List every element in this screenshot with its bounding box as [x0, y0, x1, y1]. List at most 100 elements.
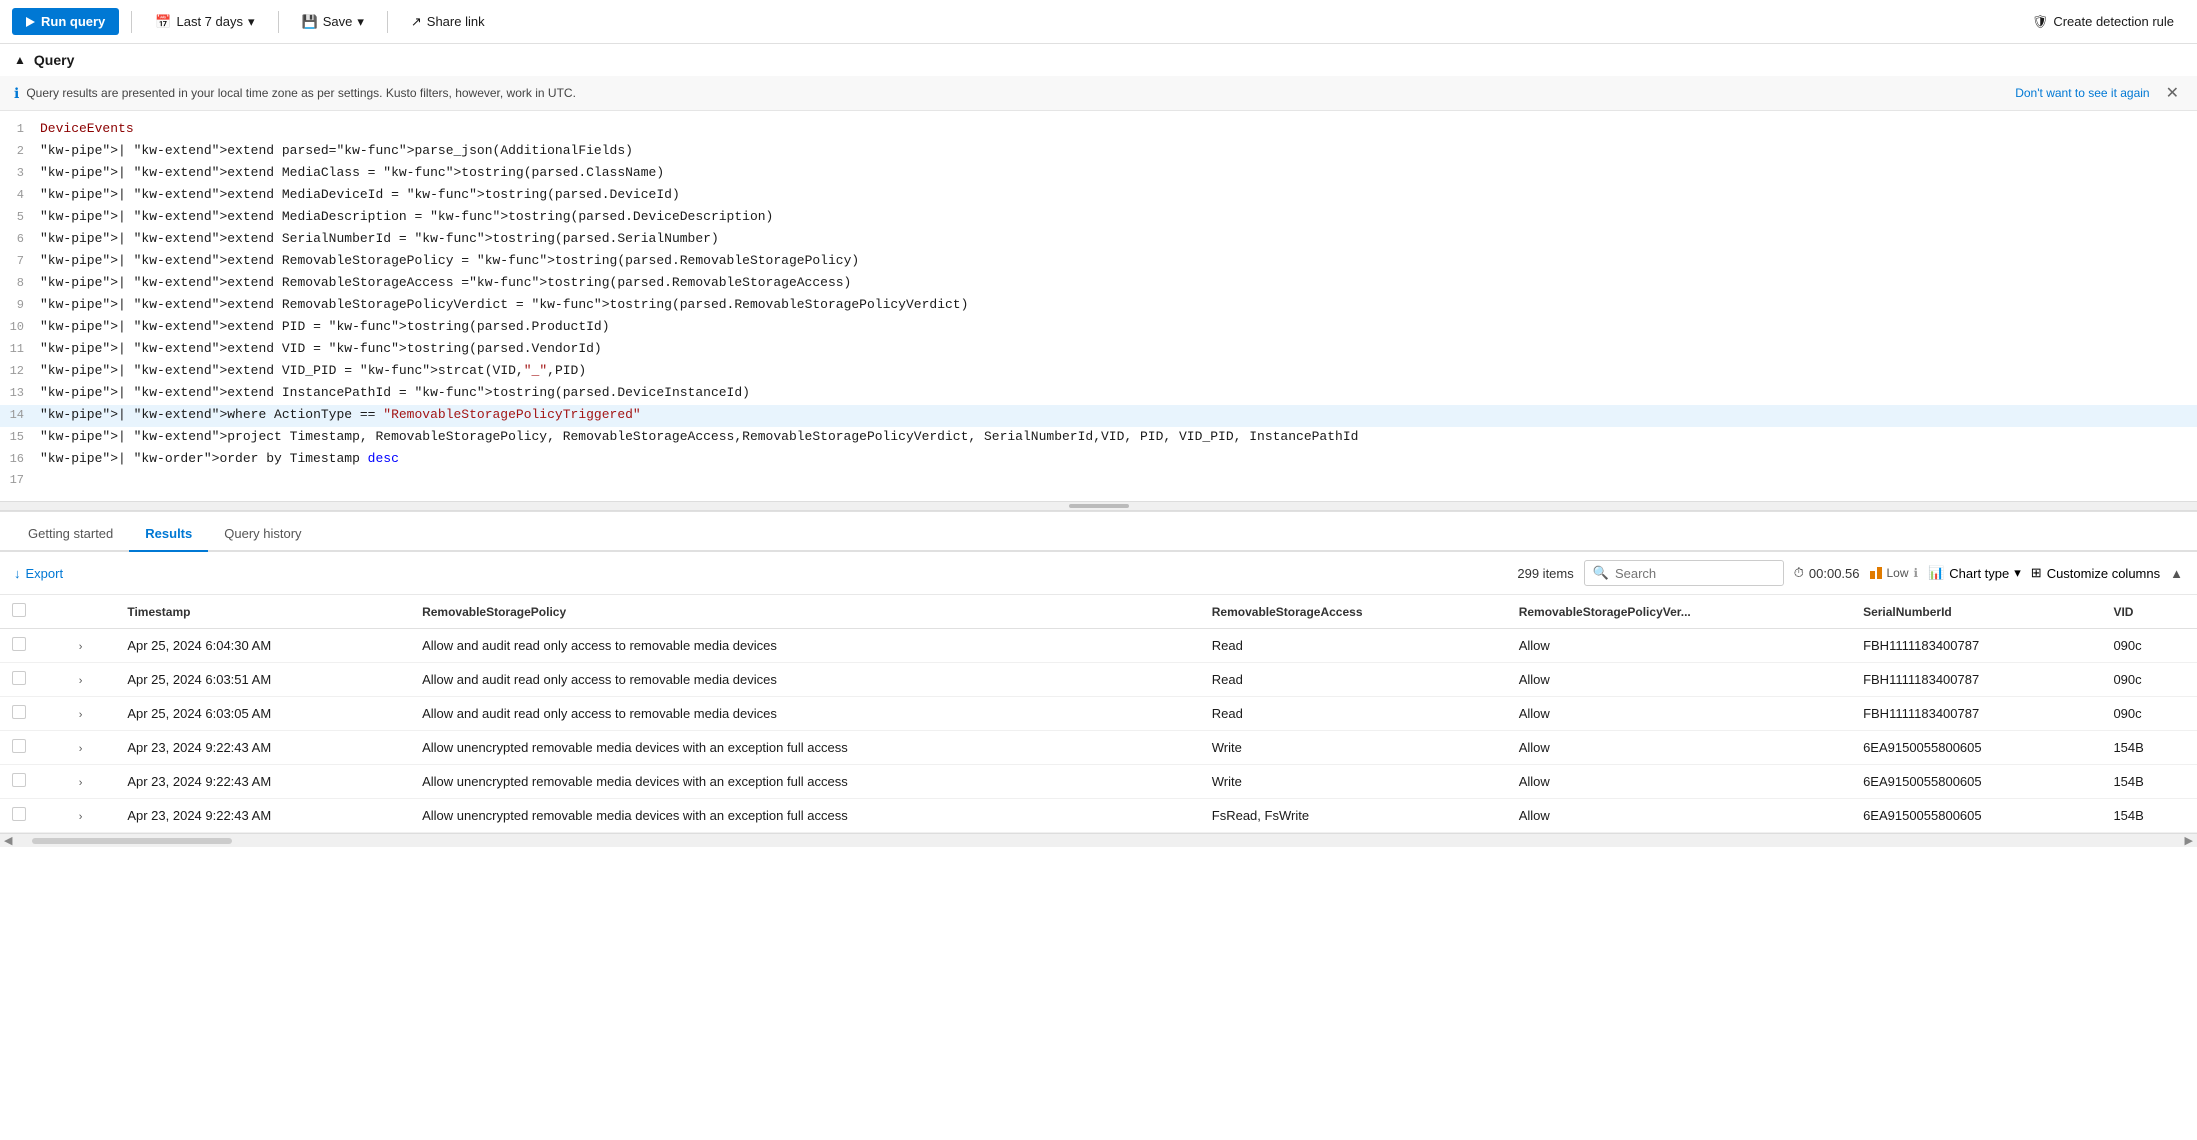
line-content: "kw-pipe">| "kw-extend">extend Removable…: [40, 295, 2197, 315]
table-cell-2-1[interactable]: ›: [67, 697, 116, 731]
close-banner-button[interactable]: ✕: [2162, 83, 2183, 103]
table-cell-3-7: 154B: [2101, 731, 2197, 765]
horizontal-scrollbar[interactable]: ◀ ▶: [0, 833, 2197, 847]
select-all-checkbox[interactable]: [12, 603, 26, 617]
code-line-8: 8"kw-pipe">| "kw-extend">extend Removabl…: [0, 273, 2197, 295]
line-number: 11: [0, 340, 40, 359]
create-detection-button[interactable]: 🛡 Create detection rule: [2021, 9, 2185, 35]
row-checkbox[interactable]: [12, 739, 26, 753]
row-checkbox[interactable]: [12, 705, 26, 719]
column-header-7[interactable]: VID: [2101, 595, 2197, 629]
column-header-2[interactable]: Timestamp: [115, 595, 410, 629]
code-editor[interactable]: 1DeviceEvents2"kw-pipe">| "kw-extend">ex…: [0, 111, 2197, 501]
line-content: "kw-pipe">| "kw-extend">extend MediaClas…: [40, 163, 2197, 183]
search-icon: 🔍: [1593, 565, 1609, 581]
table-cell-1-1[interactable]: ›: [67, 663, 116, 697]
save-button[interactable]: 💾 Save ▾: [291, 9, 375, 35]
table-cell-2-6: FBH1111183400787: [1851, 697, 2101, 731]
line-content: "kw-pipe">| "kw-extend">extend parsed="k…: [40, 141, 2197, 161]
code-line-11: 11"kw-pipe">| "kw-extend">extend VID = "…: [0, 339, 2197, 361]
dont-show-link[interactable]: Don't want to see it again: [2015, 86, 2149, 100]
table-cell-3-0[interactable]: [0, 731, 67, 765]
table-row: ›Apr 23, 2024 9:22:43 AMAllow unencrypte…: [0, 765, 2197, 799]
code-line-6: 6"kw-pipe">| "kw-extend">extend SerialNu…: [0, 229, 2197, 251]
table-cell-5-1[interactable]: ›: [67, 799, 116, 833]
run-query-button[interactable]: Run query: [12, 8, 119, 35]
table-cell-5-6: 6EA9150055800605: [1851, 799, 2101, 833]
customize-columns-button[interactable]: ⊞ Customize columns: [2031, 565, 2160, 581]
funnel-icon: ▲: [2170, 566, 2183, 581]
expand-row-button[interactable]: ›: [79, 743, 83, 755]
line-content: "kw-pipe">| "kw-extend">extend InstanceP…: [40, 383, 2197, 403]
table-cell-4-1[interactable]: ›: [67, 765, 116, 799]
editor-scroll-divider[interactable]: [0, 501, 2197, 511]
table-cell-2-5: Allow: [1507, 697, 1851, 731]
search-input[interactable]: [1615, 566, 1755, 581]
column-header-4[interactable]: RemovableStorageAccess: [1200, 595, 1507, 629]
tab-results[interactable]: Results: [129, 518, 208, 552]
expand-row-button[interactable]: ›: [79, 777, 83, 789]
table-cell-1-6: FBH1111183400787: [1851, 663, 2101, 697]
line-content: "kw-pipe">| "kw-extend">extend Removable…: [40, 251, 2197, 271]
query-header[interactable]: ▲ Query: [0, 44, 2197, 76]
table-cell-5-4: FsRead, FsWrite: [1200, 799, 1507, 833]
scroll-left-arrow[interactable]: ◀: [4, 834, 12, 847]
export-icon: ↓: [14, 566, 21, 581]
share-link-button[interactable]: ↗ Share link: [400, 9, 496, 35]
line-number: 15: [0, 428, 40, 447]
column-header-0[interactable]: [0, 595, 67, 629]
scroll-right-arrow[interactable]: ▶: [2185, 834, 2193, 847]
table-cell-3-5: Allow: [1507, 731, 1851, 765]
table-cell-5-0[interactable]: [0, 799, 67, 833]
table-cell-0-0[interactable]: [0, 629, 67, 663]
table-cell-2-7: 090c: [2101, 697, 2197, 731]
expand-row-button[interactable]: ›: [79, 811, 83, 823]
bar-1: [1870, 571, 1875, 579]
code-line-15: 15"kw-pipe">| "kw-extend">project Timest…: [0, 427, 2197, 449]
line-number: 9: [0, 296, 40, 315]
row-checkbox[interactable]: [12, 807, 26, 821]
line-number: 3: [0, 164, 40, 183]
table-cell-1-5: Allow: [1507, 663, 1851, 697]
save-icon: 💾: [302, 14, 318, 30]
row-checkbox[interactable]: [12, 671, 26, 685]
share-label: Share link: [427, 14, 485, 29]
chart-type-label: Chart type: [1949, 566, 2009, 581]
tab-getting-started[interactable]: Getting started: [12, 518, 129, 552]
row-checkbox[interactable]: [12, 637, 26, 651]
bar-2: [1877, 567, 1882, 579]
table-cell-2-0[interactable]: [0, 697, 67, 731]
customize-label: Customize columns: [2047, 566, 2160, 581]
table-row: ›Apr 25, 2024 6:03:51 AMAllow and audit …: [0, 663, 2197, 697]
line-content: "kw-pipe">| "kw-extend">extend Removable…: [40, 273, 2197, 293]
line-number: 17: [0, 471, 40, 490]
chevron-down-icon: ▾: [248, 14, 255, 30]
low-info-icon: ℹ: [1914, 566, 1919, 580]
expand-row-button[interactable]: ›: [79, 709, 83, 721]
expand-row-button[interactable]: ›: [79, 641, 83, 653]
chart-type-button[interactable]: 📊 Chart type ▾: [1928, 565, 2021, 581]
table-cell-0-1[interactable]: ›: [67, 629, 116, 663]
column-header-6[interactable]: SerialNumberId: [1851, 595, 2101, 629]
row-checkbox[interactable]: [12, 773, 26, 787]
table-cell-3-1[interactable]: ›: [67, 731, 116, 765]
table-cell-4-0[interactable]: [0, 765, 67, 799]
scrollbar-thumb[interactable]: [32, 838, 232, 844]
table-cell-1-0[interactable]: [0, 663, 67, 697]
search-box[interactable]: 🔍: [1584, 560, 1784, 586]
column-header-5[interactable]: RemovableStoragePolicyVer...: [1507, 595, 1851, 629]
last-days-button[interactable]: 📅 Last 7 days ▾: [144, 9, 265, 35]
table-cell-4-5: Allow: [1507, 765, 1851, 799]
column-header-1[interactable]: [67, 595, 116, 629]
run-query-label: Run query: [41, 14, 105, 29]
line-content: "kw-pipe">| "kw-extend">extend MediaDesc…: [40, 207, 2197, 227]
table-cell-3-3: Allow unencrypted removable media device…: [410, 731, 1200, 765]
toolbar-separator-1: [131, 11, 132, 33]
line-content: "kw-pipe">| "kw-extend">extend MediaDevi…: [40, 185, 2197, 205]
column-header-3[interactable]: RemovableStoragePolicy: [410, 595, 1200, 629]
tab-query-history[interactable]: Query history: [208, 518, 317, 552]
export-button[interactable]: ↓ Export: [14, 566, 63, 581]
expand-row-button[interactable]: ›: [79, 675, 83, 687]
code-line-12: 12"kw-pipe">| "kw-extend">extend VID_PID…: [0, 361, 2197, 383]
low-badge: Low ℹ: [1870, 566, 1919, 580]
